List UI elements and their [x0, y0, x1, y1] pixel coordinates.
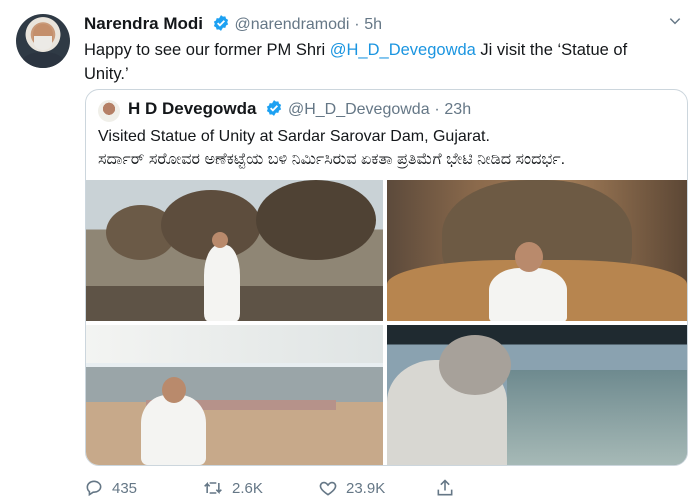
tweet-header: Narendra Modi @narendramodi · 5h — [84, 14, 382, 37]
reply-button[interactable]: 435 — [84, 478, 137, 498]
photo-walkway[interactable] — [86, 325, 383, 465]
reply-icon — [86, 480, 102, 497]
quoted-author-handle[interactable]: @H_D_Devegowda — [288, 101, 430, 118]
photo-grid — [86, 180, 687, 465]
chevron-down-icon[interactable] — [668, 14, 682, 33]
tweet-text-start: Happy to see our former PM Shri — [84, 41, 330, 59]
quoted-author-avatar[interactable] — [98, 100, 120, 122]
separator-dot: · — [354, 16, 360, 33]
verified-badge-icon — [265, 99, 283, 122]
quoted-tweet-time[interactable]: 23h — [444, 101, 471, 118]
quoted-tweet-header: H D Devegowda @H_D_Devegowda · 23h — [128, 99, 471, 122]
like-button[interactable]: 23.9K — [318, 478, 385, 498]
reply-count: 435 — [112, 479, 138, 497]
retweet-icon — [204, 481, 222, 495]
share-icon — [437, 479, 453, 496]
photo-gallery-view[interactable] — [387, 325, 687, 465]
quoted-author-name[interactable]: H D Devegowda — [128, 99, 256, 118]
heart-icon — [319, 481, 337, 496]
tweet-actions: 435 2.6K 23.9K — [84, 478, 684, 500]
mention-link[interactable]: @H_D_Devegowda — [330, 41, 476, 59]
photo-statue-feet[interactable] — [86, 180, 383, 321]
tweet-time[interactable]: 5h — [364, 16, 382, 33]
like-count: 23.9K — [346, 479, 386, 497]
author-name[interactable]: Narendra Modi — [84, 14, 203, 33]
author-handle[interactable]: @narendramodi — [235, 16, 350, 33]
verified-badge-icon — [212, 14, 230, 37]
quoted-tweet-text: Visited Statue of Unity at Sardar Sarova… — [98, 125, 683, 171]
quoted-text-line-kannada: ಸರ್ದಾರ್ ಸರೋವರ ಅಣೆಕಟ್ಟೆಯ ಬಳಿ ನಿರ್ಮಿಸಿರುವ … — [98, 151, 566, 168]
share-button[interactable] — [435, 478, 455, 498]
quoted-text-line-english: Visited Statue of Unity at Sardar Sarova… — [98, 128, 490, 145]
photo-bust-portrait[interactable] — [387, 180, 687, 321]
author-avatar[interactable] — [16, 14, 70, 68]
retweet-count: 2.6K — [232, 479, 263, 497]
quoted-tweet-card[interactable]: H D Devegowda @H_D_Devegowda · 23h Visit… — [85, 89, 688, 466]
retweet-button[interactable]: 2.6K — [202, 478, 263, 498]
separator-dot: · — [434, 101, 440, 118]
tweet-text: Happy to see our former PM Shri @H_D_Dev… — [84, 38, 674, 86]
